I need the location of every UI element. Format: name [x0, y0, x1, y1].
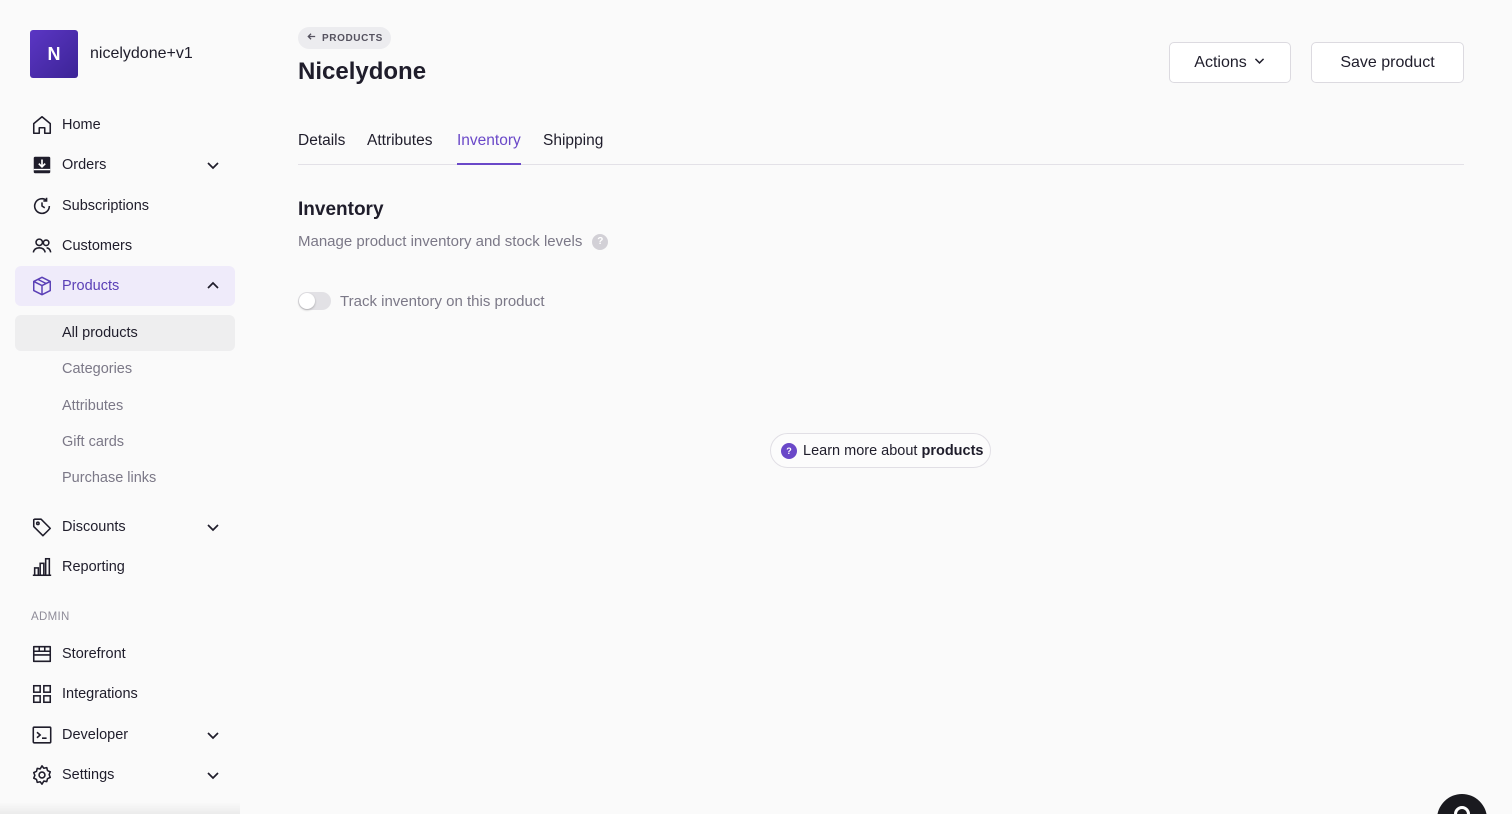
chevron-down-icon[interactable]	[205, 157, 221, 173]
sidebar-subitem-label: Gift cards	[62, 434, 125, 450]
question-icon: ?	[781, 442, 797, 459]
sidebar-subitem-label: Attributes	[62, 398, 124, 414]
sidebar-item-orders[interactable]: Orders	[15, 145, 235, 185]
track-inventory-label: Track inventory on this product	[340, 292, 545, 310]
actions-label: Actions	[1194, 53, 1247, 71]
store-avatar: N	[30, 30, 78, 78]
arrow-left-icon	[306, 31, 317, 45]
chevron-down-icon	[1253, 54, 1266, 72]
bar-chart-icon	[31, 556, 53, 578]
home-icon	[31, 114, 53, 136]
sidebar-item-label: Home	[62, 117, 101, 133]
store-name: nicelydone+v1	[90, 45, 193, 62]
sidebar-item-label: Subscriptions	[62, 198, 150, 214]
sidebar-subitem-purchase-links[interactable]: Purchase links	[15, 460, 235, 496]
chat-launcher-button[interactable]	[1437, 794, 1487, 814]
grid-icon	[31, 683, 53, 705]
sidebar-item-label: Customers	[62, 238, 133, 254]
tab-attributes[interactable]: Attributes	[367, 132, 432, 165]
track-inventory-row: Track inventory on this product	[298, 291, 545, 311]
orders-icon	[31, 154, 53, 176]
toggle-knob	[299, 293, 315, 309]
storefront-icon	[31, 643, 53, 665]
chat-icon	[1454, 806, 1470, 814]
sidebar-item-home[interactable]: Home	[15, 105, 235, 145]
sidebar-item-label: Products	[62, 278, 120, 294]
section-description: Manage product inventory and stock level…	[298, 233, 609, 250]
sidebar-item-customers[interactable]: Customers	[15, 226, 235, 266]
tab-inventory[interactable]: Inventory	[457, 132, 521, 165]
sidebar-subitem-label: All products	[62, 325, 138, 341]
learn-more-link[interactable]: ? Learn more about products	[770, 433, 991, 468]
customers-icon	[31, 235, 53, 257]
sidebar-item-subscriptions[interactable]: Subscriptions	[15, 186, 235, 226]
sidebar-item-reporting[interactable]: Reporting	[15, 547, 235, 587]
help-icon[interactable]: ?	[592, 233, 609, 250]
chevron-down-icon[interactable]	[205, 519, 221, 535]
sidebar-bottom-shadow	[0, 802, 240, 814]
section-description-text: Manage product inventory and stock level…	[298, 233, 583, 250]
sidebar-item-storefront[interactable]: Storefront	[15, 634, 235, 674]
section-title: Inventory	[298, 199, 384, 220]
sidebar-item-label: Integrations	[62, 686, 138, 702]
save-product-button[interactable]: Save product	[1311, 42, 1464, 83]
sidebar-subitem-categories[interactable]: Categories	[15, 351, 235, 387]
app: N nicelydone+v1 Home Orders Subscription…	[0, 0, 1512, 814]
learn-more-prefix: Learn more about	[803, 442, 918, 459]
sidebar-item-products[interactable]: Products	[15, 266, 235, 306]
store-switcher[interactable]: N nicelydone+v1	[30, 30, 193, 78]
box-icon	[31, 275, 53, 297]
tab-bar: Details Attributes Inventory Shipping	[298, 126, 1464, 165]
sidebar-subitem-all-products[interactable]: All products	[15, 315, 235, 351]
sidebar-subitem-label: Purchase links	[62, 470, 157, 486]
admin-section-label: ADMIN	[31, 611, 70, 623]
sidebar-item-developer[interactable]: Developer	[15, 715, 235, 755]
sidebar-item-integrations[interactable]: Integrations	[15, 674, 235, 714]
subscriptions-icon	[31, 195, 53, 217]
chevron-up-icon[interactable]	[205, 278, 221, 294]
sidebar-item-label: Reporting	[62, 559, 125, 575]
sidebar: N nicelydone+v1 Home Orders Subscription…	[0, 0, 250, 814]
actions-dropdown-button[interactable]: Actions	[1169, 42, 1291, 83]
tab-shipping[interactable]: Shipping	[543, 132, 603, 165]
gear-icon	[31, 764, 53, 786]
tab-details[interactable]: Details	[298, 132, 345, 165]
sidebar-item-label: Storefront	[62, 646, 126, 662]
sidebar-item-label: Developer	[62, 727, 129, 743]
terminal-icon	[31, 724, 53, 746]
sidebar-item-label: Orders	[62, 157, 107, 173]
sidebar-subitem-gift-cards[interactable]: Gift cards	[15, 424, 235, 460]
sidebar-subitem-attributes[interactable]: Attributes	[15, 388, 235, 424]
tag-icon	[31, 516, 53, 538]
sidebar-subitem-label: Categories	[62, 361, 133, 377]
sidebar-item-discounts[interactable]: Discounts	[15, 507, 235, 547]
breadcrumb[interactable]: PRODUCTS	[298, 27, 391, 49]
sidebar-item-label: Settings	[62, 767, 115, 783]
page-title: Nicelydone	[298, 58, 427, 85]
sidebar-item-label: Discounts	[62, 519, 126, 535]
chevron-down-icon[interactable]	[205, 727, 221, 743]
chevron-down-icon[interactable]	[205, 767, 221, 783]
learn-more-emphasis: products	[921, 442, 984, 459]
track-inventory-toggle[interactable]	[298, 292, 331, 310]
sidebar-item-settings[interactable]: Settings	[15, 755, 235, 795]
breadcrumb-label: PRODUCTS	[322, 32, 383, 44]
